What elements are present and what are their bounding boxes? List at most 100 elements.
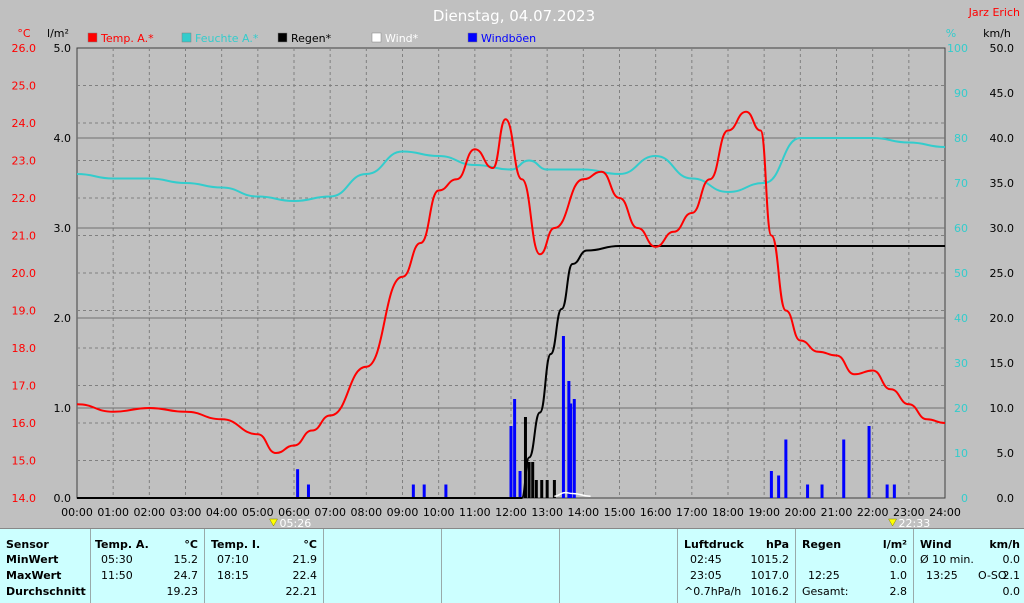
hum-tick-label: 70 bbox=[954, 177, 968, 190]
temp-tick-label: 16.0 bbox=[12, 417, 37, 430]
time-tick-label: 02:00 bbox=[133, 506, 165, 519]
gust-bar bbox=[296, 469, 300, 498]
gust-bar bbox=[885, 484, 889, 498]
gust-bar bbox=[561, 336, 565, 498]
wind-line bbox=[554, 491, 591, 497]
stats-temp-i-col: Temp. I. °C 07:10 21.9 18:15 22.4 22.21 bbox=[205, 529, 324, 603]
wind-max-time: 13:25 bbox=[926, 569, 958, 582]
temp-a-min-val: 15.2 bbox=[173, 553, 199, 566]
station-name: Jarz Erich bbox=[968, 6, 1020, 19]
chart-area: Dienstag, 04.07.2023 Jarz Erich °C l/m² … bbox=[0, 0, 1024, 530]
wind-tick-label: 0.0 bbox=[997, 492, 1015, 505]
gust-bar bbox=[569, 403, 573, 498]
wind-unit-label: km/h bbox=[983, 27, 1011, 40]
weather-chart: Dienstag, 04.07.2023 Jarz Erich °C l/m² … bbox=[12, 6, 1021, 530]
gust-bars bbox=[296, 336, 896, 498]
rain-interval-bar bbox=[540, 480, 544, 498]
gust-bar bbox=[820, 484, 824, 498]
time-tick-label: 17:00 bbox=[676, 506, 708, 519]
legend-swatch bbox=[87, 32, 98, 43]
wind-tick-label: 25.0 bbox=[990, 267, 1015, 280]
pressure-min-time: 02:45 bbox=[690, 553, 722, 566]
rain-interval-bar bbox=[531, 462, 535, 498]
rain-tick-label: 3.0 bbox=[54, 222, 72, 235]
legend-swatch bbox=[277, 32, 288, 43]
rain-interval-bar bbox=[545, 480, 549, 498]
gust-bar bbox=[867, 426, 871, 498]
time-tick-label: 00:00 bbox=[61, 506, 93, 519]
rain-header: Regen bbox=[802, 538, 842, 551]
stats-empty-col-3 bbox=[560, 529, 678, 603]
temp-i-header: Temp. I. bbox=[211, 538, 261, 551]
temp-i-max-time: 18:15 bbox=[217, 569, 249, 582]
temp-tick-label: 21.0 bbox=[12, 230, 37, 243]
time-tick-label: 24:00 bbox=[929, 506, 961, 519]
rain-total: 2.8 bbox=[889, 585, 908, 598]
hum-tick-label: 30 bbox=[954, 357, 968, 370]
temp-tick-label: 20.0 bbox=[12, 267, 37, 280]
pressure-trend-val: 1016.2 bbox=[750, 585, 790, 598]
gust-bar bbox=[509, 426, 513, 498]
minwert-label: MinWert bbox=[6, 553, 59, 566]
chart-title: Dienstag, 04.07.2023 bbox=[433, 7, 595, 25]
pressure-max-time: 23:05 bbox=[690, 569, 722, 582]
gust-bar bbox=[769, 471, 773, 498]
stats-empty-col-1 bbox=[324, 529, 442, 603]
hum-tick-label: 60 bbox=[954, 222, 968, 235]
legend-swatch bbox=[181, 32, 192, 43]
wind-tick-label: 45.0 bbox=[990, 87, 1015, 100]
hum-tick-label: 50 bbox=[954, 267, 968, 280]
stats-rain-col: Regen l/m² 0.0 12:25 1.0 Gesamt: 2.8 bbox=[796, 529, 914, 603]
time-tick-label: 09:00 bbox=[387, 506, 419, 519]
pressure-max-val: 1017.0 bbox=[750, 569, 790, 582]
hum-tick-label: 90 bbox=[954, 87, 968, 100]
temp-tick-label: 18.0 bbox=[12, 342, 37, 355]
rain-tick-label: 4.0 bbox=[54, 132, 72, 145]
gust-bar bbox=[518, 471, 522, 498]
wind-tick-label: 5.0 bbox=[997, 447, 1015, 460]
rain-tick-label: 2.0 bbox=[54, 312, 72, 325]
pressure-min-val: 1015.2 bbox=[750, 553, 790, 566]
rain-unit: l/m² bbox=[882, 538, 907, 551]
temp-a-unit: °C bbox=[184, 538, 198, 551]
time-tick-label: 15:00 bbox=[604, 506, 636, 519]
axis-labels: 26.0 25.0 24.0 23.0 22.0 21.0 20.0 19.0 18.0 17.0… bbox=[12, 42, 1015, 519]
time-tick-label: 20:00 bbox=[784, 506, 816, 519]
gust-bar bbox=[306, 484, 310, 498]
legend-label: Feuchte A.* bbox=[195, 32, 259, 45]
gust-bar bbox=[572, 399, 576, 498]
stats-empty-col-2 bbox=[442, 529, 560, 603]
sunset-time: 22:33 bbox=[899, 517, 931, 528]
rain-interval-bar bbox=[527, 462, 531, 498]
rain-max-time: 12:25 bbox=[808, 569, 840, 582]
wind-unit: km/h bbox=[989, 538, 1020, 551]
maxwert-label: MaxWert bbox=[6, 569, 62, 582]
temp-a-avg: 19.23 bbox=[166, 585, 199, 598]
gust-bar bbox=[784, 439, 788, 498]
temp-tick-label: 17.0 bbox=[12, 380, 37, 393]
temp-a-min-time: 05:30 bbox=[101, 553, 133, 566]
time-tick-label: 07:00 bbox=[314, 506, 346, 519]
rain-total-label: Gesamt: bbox=[802, 585, 849, 598]
rain-tick-label: 1.0 bbox=[54, 402, 72, 415]
gust-bar bbox=[892, 484, 896, 498]
stats-wind-col: Wind km/h Ø 10 min. 0.0 13:25 O-SO 2.1 0… bbox=[914, 529, 1024, 603]
wind-tick-label: 10.0 bbox=[990, 402, 1015, 415]
gust-bar bbox=[444, 484, 448, 498]
time-tick-label: 01:00 bbox=[97, 506, 129, 519]
time-tick-label: 14:00 bbox=[567, 506, 599, 519]
legend-swatch bbox=[467, 32, 478, 43]
legend: Temp. A.* Feuchte A.* Regen* Wind* Windböen bbox=[87, 32, 536, 45]
temp-tick-label: 14.0 bbox=[12, 492, 37, 505]
time-tick-label: 10:00 bbox=[423, 506, 455, 519]
time-tick-label: 03:00 bbox=[170, 506, 202, 519]
hum-tick-label: 80 bbox=[954, 132, 968, 145]
rain-unit-label: l/m² bbox=[47, 27, 69, 40]
legend-label: Regen* bbox=[291, 32, 332, 45]
gust-bar bbox=[777, 475, 781, 498]
durchschnitt-label: Durchschnitt bbox=[6, 585, 86, 598]
temp-tick-label: 25.0 bbox=[12, 80, 37, 93]
temp-i-unit: °C bbox=[303, 538, 317, 551]
gust-bar bbox=[513, 399, 517, 498]
rain-interval-bar bbox=[534, 480, 538, 498]
